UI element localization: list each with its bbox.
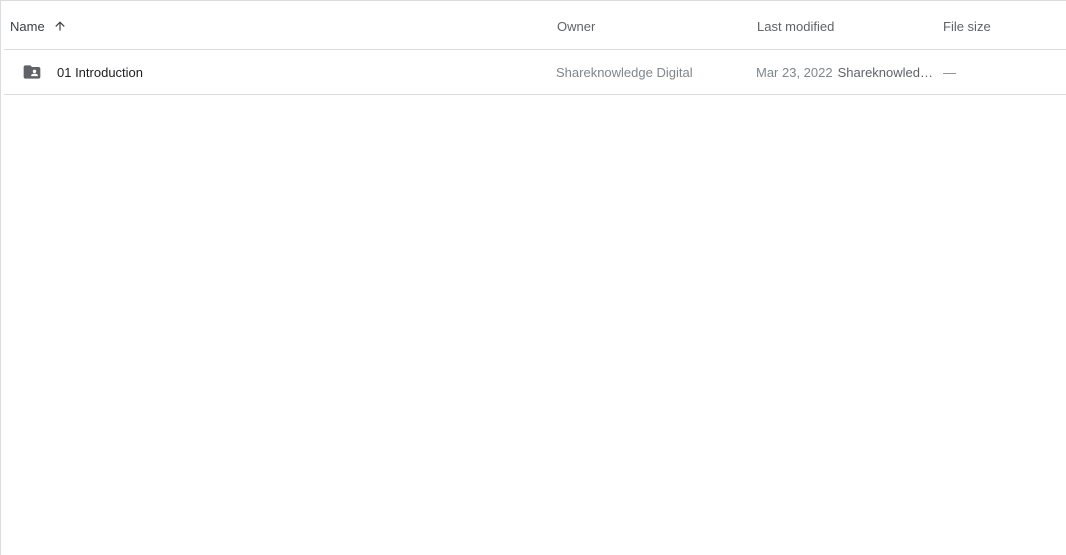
table-header: Name Owner Last modified File size (4, 3, 1066, 50)
column-header-owner[interactable]: Owner (557, 3, 595, 49)
modified-by: Shareknowledge Digital (837, 64, 934, 80)
file-list-pane: Name Owner Last modified File size 01 In (0, 0, 1066, 555)
shared-folder-icon (22, 62, 42, 82)
arrow-up-icon[interactable] (51, 17, 69, 35)
modified-date: Mar 23, 2022 (756, 64, 833, 80)
column-header-name[interactable]: Name (10, 3, 69, 49)
column-header-file-size[interactable]: File size (943, 3, 991, 49)
column-header-last-modified[interactable]: Last modified (757, 3, 834, 49)
item-last-modified: Mar 23, 2022 Shareknowledge Digital (756, 50, 934, 94)
item-owner: Shareknowledge Digital (556, 64, 693, 80)
table-row[interactable]: 01 Introduction Shareknowledge Digital M… (4, 50, 1066, 95)
item-file-size: — (943, 64, 956, 80)
file-table: Name Owner Last modified File size 01 In (4, 3, 1066, 95)
item-name[interactable]: 01 Introduction (57, 50, 143, 94)
column-header-name-label: Name (10, 18, 45, 34)
